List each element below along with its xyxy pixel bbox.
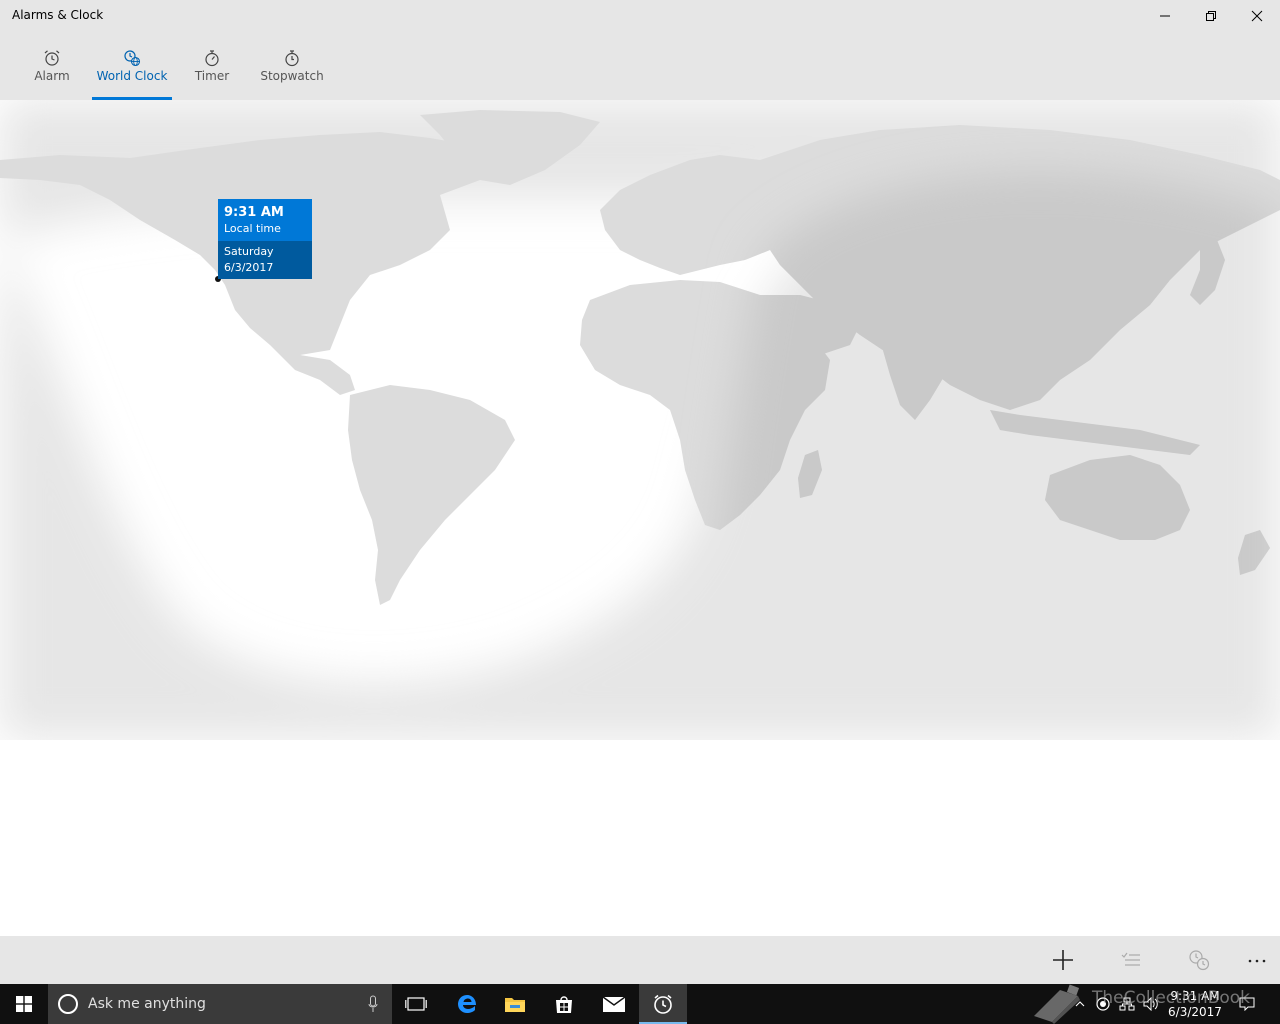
alarms-button[interactable] — [639, 984, 687, 1024]
tab-alarm[interactable]: Alarm — [30, 32, 74, 100]
restore-button[interactable] — [1188, 0, 1234, 32]
tooltip-label: Local time — [224, 222, 281, 235]
mail-icon — [602, 996, 626, 1012]
windows-logo-icon — [16, 996, 32, 1012]
stopwatch-icon — [285, 50, 299, 67]
store-button[interactable] — [540, 984, 588, 1024]
file-explorer-button[interactable] — [491, 984, 539, 1024]
cortana-icon — [58, 994, 78, 1014]
tooltip-time: 9:31 AM — [224, 205, 284, 220]
minimize-icon — [1160, 15, 1170, 17]
minimize-button[interactable] — [1142, 0, 1188, 32]
tab-world-clock[interactable]: World Clock — [92, 32, 172, 100]
select-button[interactable] — [1111, 944, 1151, 976]
tab-label: Stopwatch — [260, 69, 324, 83]
more-button[interactable] — [1237, 944, 1277, 976]
local-time-tooltip[interactable]: 9:31 AM Local time Saturday 6/3/2017 — [218, 199, 312, 279]
world-map-graphic — [0, 100, 1280, 740]
edit-list-icon — [1121, 952, 1140, 966]
task-view-icon — [405, 997, 427, 1011]
tab-timer[interactable]: Timer — [192, 32, 232, 100]
compare-button[interactable] — [1179, 944, 1219, 976]
cortana-search-box[interactable]: Ask me anything — [48, 984, 392, 1024]
search-placeholder: Ask me anything — [88, 996, 206, 1012]
microphone-icon[interactable] — [368, 995, 378, 1013]
tab-label: World Clock — [96, 69, 168, 83]
book-logo-icon — [1034, 984, 1080, 1024]
add-icon — [1053, 950, 1073, 970]
close-button[interactable] — [1234, 0, 1280, 32]
command-bar — [0, 936, 1280, 984]
watermark-text: TheCollectionBook — [1092, 988, 1251, 1008]
tooltip-time-panel: 9:31 AM Local time — [218, 199, 312, 241]
tooltip-date-panel: Saturday 6/3/2017 — [218, 241, 312, 279]
world-clock-icon — [124, 50, 141, 67]
close-icon — [1251, 10, 1263, 22]
task-view-button[interactable] — [392, 984, 440, 1024]
compare-clocks-icon — [1189, 950, 1210, 971]
tab-label: Alarm — [34, 69, 70, 83]
mail-button[interactable] — [590, 984, 638, 1024]
restore-icon — [1206, 11, 1216, 21]
file-explorer-icon — [505, 998, 525, 1012]
tooltip-day: Saturday — [224, 245, 274, 258]
tooltip-date: 6/3/2017 — [224, 261, 274, 274]
app-title: Alarms & Clock — [12, 8, 104, 22]
alarm-clock-icon — [44, 50, 60, 66]
tab-stopwatch[interactable]: Stopwatch — [260, 32, 324, 100]
world-map[interactable] — [0, 100, 1280, 740]
edge-icon — [458, 995, 476, 1013]
watermark: TheCollectionBook — [1030, 984, 1260, 1024]
tab-bar: Alarm World Clock Timer Stopwatch — [0, 32, 1280, 100]
add-button[interactable] — [1043, 944, 1083, 976]
tab-label: Timer — [194, 69, 230, 83]
more-icon — [1248, 959, 1266, 963]
store-icon — [556, 996, 572, 1013]
start-button[interactable] — [0, 984, 48, 1024]
alarms-icon — [654, 994, 672, 1014]
edge-button[interactable] — [443, 984, 491, 1024]
timer-icon — [205, 50, 219, 67]
title-bar: Alarms & Clock — [0, 0, 1280, 32]
